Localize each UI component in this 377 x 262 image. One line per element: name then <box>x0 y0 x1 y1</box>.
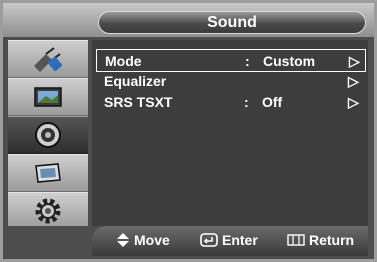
enter-label: Enter <box>222 232 258 248</box>
gear-setup-icon <box>35 198 61 224</box>
channel-tv-icon <box>35 163 61 183</box>
osd-menu: Sound Mode: Custom ▷ Equalizer ▷ SRS TS… <box>0 0 377 262</box>
chevron-right-icon: ▷ <box>349 53 360 69</box>
hint-move: Move <box>116 232 170 248</box>
sidebar-item-sound[interactable] <box>8 116 88 154</box>
menu-row-value: Off <box>262 94 283 110</box>
navigation-hints: Move Enter Return <box>92 226 368 256</box>
sidebar-item-setup[interactable] <box>8 192 88 230</box>
sound-menu-panel: Mode : Custom ▷ Equalizer ▷ SRS TSXT : O… <box>92 40 368 226</box>
move-label: Move <box>134 232 170 248</box>
menu-row-label: Mode <box>105 53 142 69</box>
menu-row-colon: : <box>244 94 249 110</box>
osd-header: Sound <box>3 3 374 37</box>
enter-icon <box>200 233 218 247</box>
menu-title: Sound <box>98 11 366 34</box>
antenna-plug-icon <box>34 47 62 72</box>
hint-enter: Enter <box>200 232 258 248</box>
menu-row-value: Custom <box>263 53 316 69</box>
menu-row-label: Equalizer <box>104 73 167 89</box>
footer-left-spacer <box>3 226 92 259</box>
return-label: Return <box>309 232 355 248</box>
menu-return-icon <box>287 234 305 246</box>
hint-return: Return <box>287 232 354 248</box>
menu-row-colon: : <box>245 53 250 69</box>
sidebar-item-picture[interactable] <box>8 78 88 116</box>
sidebar-item-input[interactable] <box>8 40 88 78</box>
menu-row-srs-tsxt[interactable]: SRS TSXT : Off ▷ <box>96 91 366 114</box>
speaker-icon <box>35 122 61 148</box>
menu-row-equalizer[interactable]: Equalizer ▷ <box>96 70 366 93</box>
menu-row-label: SRS TSXT <box>104 94 173 110</box>
up-down-arrow-icon <box>117 233 129 247</box>
picture-screen-icon <box>34 87 62 107</box>
chevron-right-icon: ▷ <box>348 94 359 110</box>
chevron-right-icon: ▷ <box>348 73 359 89</box>
sidebar-item-channel[interactable] <box>8 154 88 192</box>
menu-row-mode[interactable]: Mode : Custom ▷ <box>96 49 366 72</box>
